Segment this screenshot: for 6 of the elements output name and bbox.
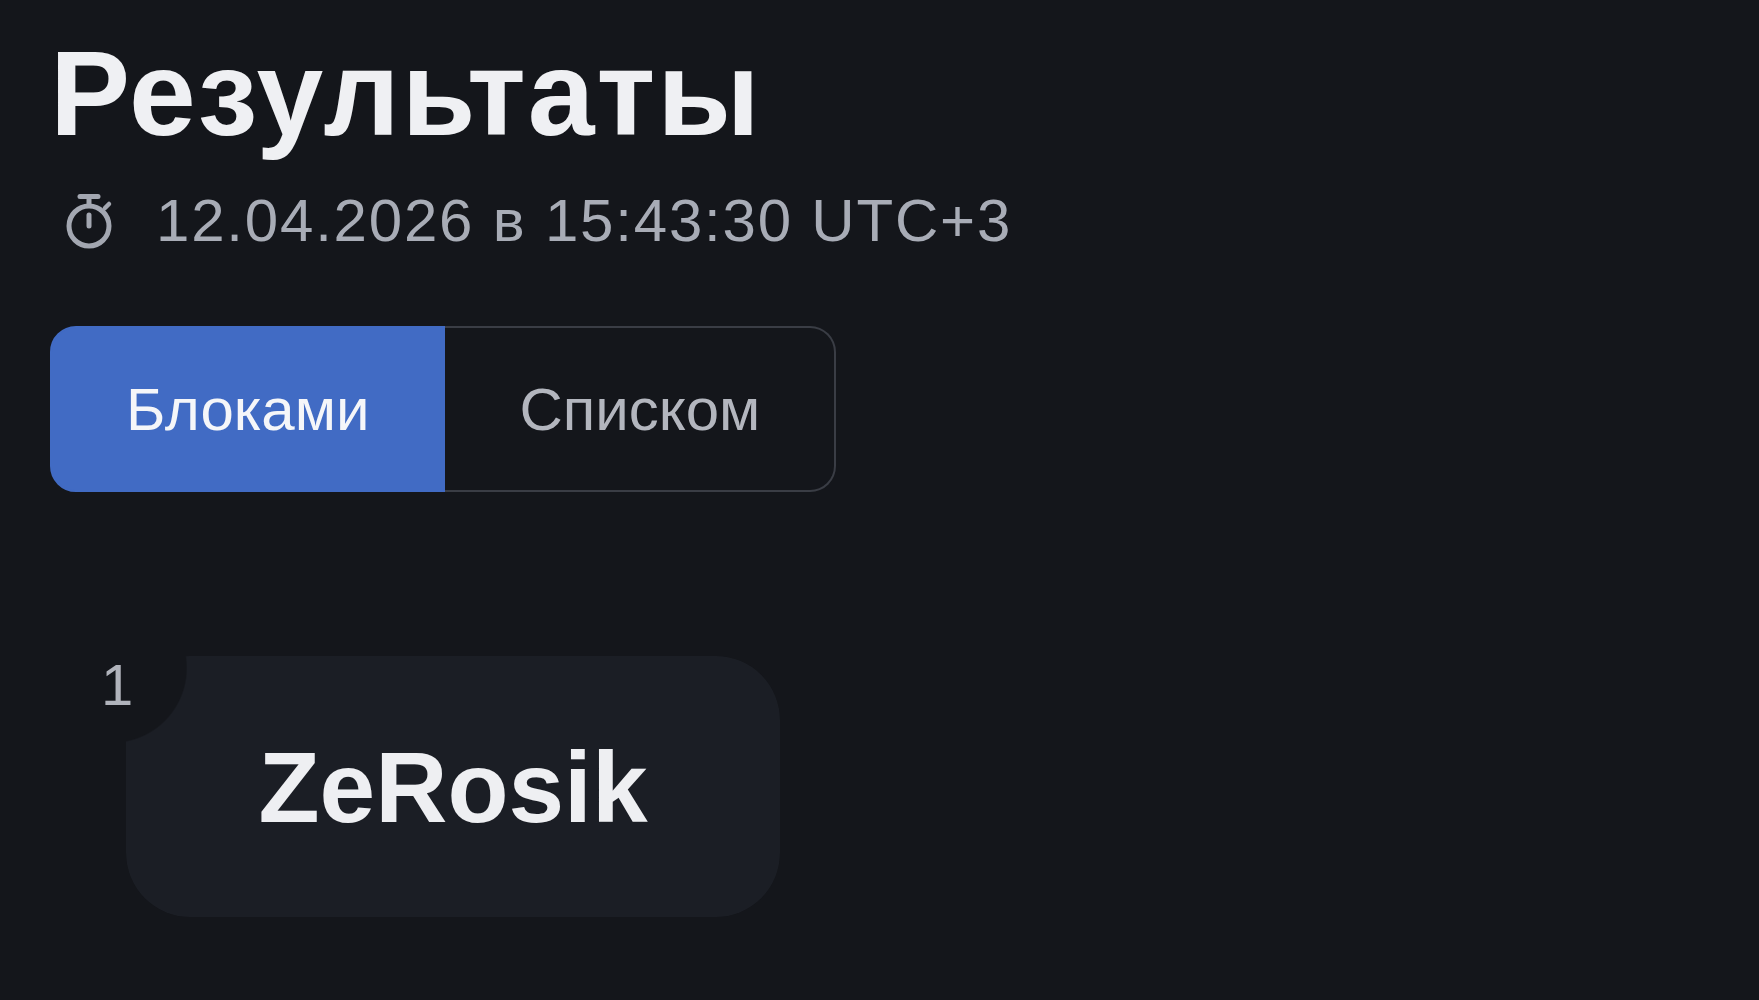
view-tab[interactable]: Блоками (50, 326, 446, 492)
rank-number: 1 (101, 652, 134, 718)
player-name: ZeRosik (258, 729, 648, 845)
view-tab[interactable]: Списком (445, 326, 837, 492)
page-title: Результаты (50, 25, 762, 162)
timestamp-text: 12.04.2026 в 15:43:30 UTC+3 (156, 188, 1013, 254)
